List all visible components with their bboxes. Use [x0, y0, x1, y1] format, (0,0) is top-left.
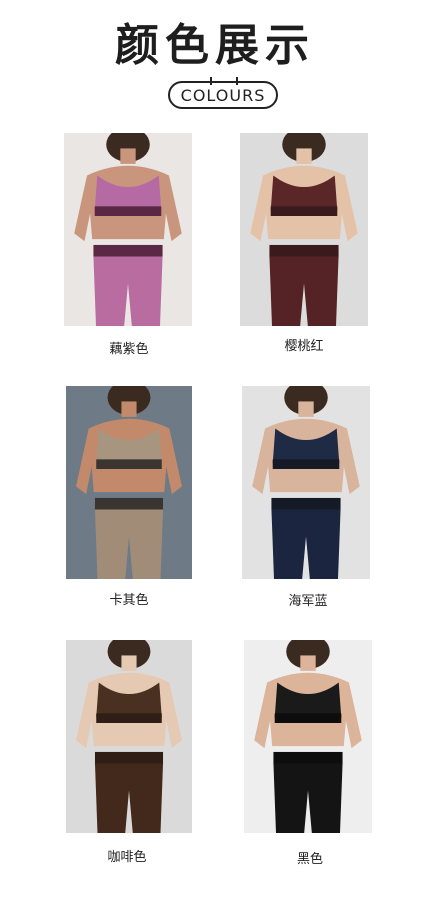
swatch-photo-mauve — [64, 133, 192, 326]
swatch-label-coffee: 咖啡色 — [107, 850, 147, 865]
swatch-photo-khaki — [66, 386, 192, 579]
page-title: 颜色展示 — [115, 20, 315, 71]
colours-label: COLOURS — [180, 85, 266, 105]
swatch-label-mauve: 藕紫色 — [109, 342, 149, 357]
swatch-label-navy: 海军蓝 — [288, 594, 328, 609]
badge-tick — [210, 77, 212, 85]
swatch-photo-cherry — [240, 133, 368, 326]
swatch-photo-coffee — [66, 640, 192, 833]
swatch-label-cherry: 樱桃红 — [284, 339, 324, 354]
swatch-label-black: 黑色 — [296, 852, 323, 867]
colours-badge: COLOURS — [168, 77, 278, 109]
swatch-photo-navy — [242, 386, 370, 579]
swatch-photo-black — [244, 640, 372, 833]
badge-tick — [236, 77, 238, 85]
swatch-label-khaki: 卡其色 — [109, 593, 149, 608]
